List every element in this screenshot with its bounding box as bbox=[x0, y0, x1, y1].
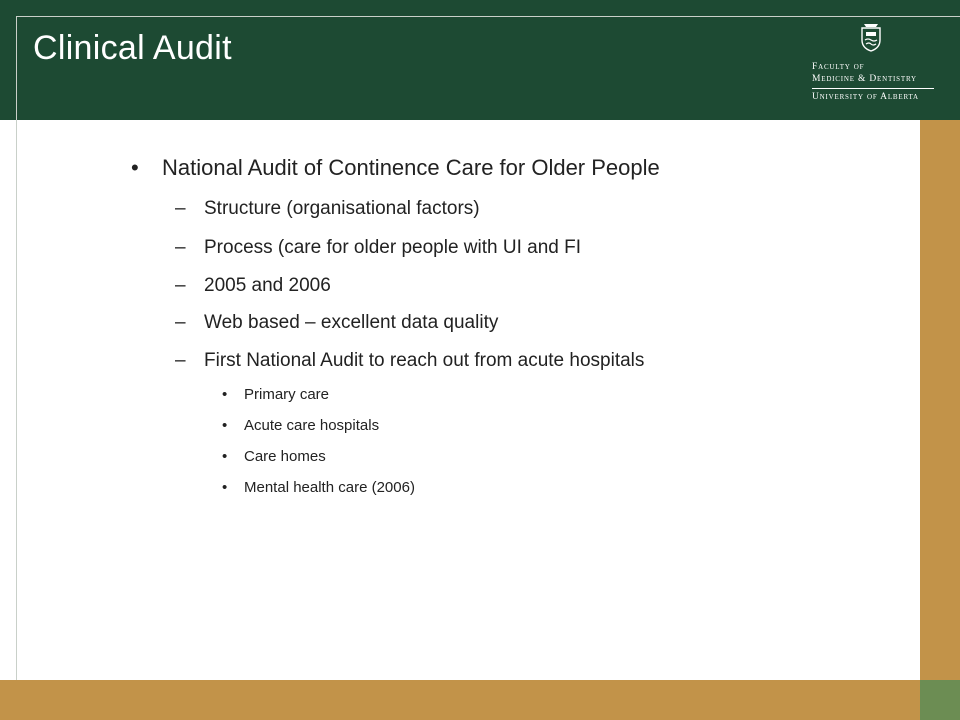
dash-marker: – bbox=[175, 312, 186, 333]
sub-list-item-text: Acute care hospitals bbox=[244, 417, 380, 434]
dash-marker: – bbox=[175, 350, 186, 371]
list-item-text: First National Audit to reach out from a… bbox=[204, 350, 645, 371]
sub-list-item-text: Care homes bbox=[244, 448, 326, 465]
dash-marker: – bbox=[175, 275, 186, 296]
slide-body: • National Audit of Continence Care for … bbox=[0, 0, 920, 680]
dot-marker: • bbox=[222, 479, 228, 496]
right-accent-bar bbox=[920, 120, 960, 680]
list-item-text: Process (care for older people with UI a… bbox=[204, 237, 582, 258]
dot-marker: • bbox=[222, 417, 228, 434]
sub-list-item-text: Primary care bbox=[244, 386, 330, 403]
dot-marker: • bbox=[222, 386, 228, 403]
main-bullet-text: National Audit of Continence Care for Ol… bbox=[162, 155, 660, 180]
dash-marker: – bbox=[175, 198, 186, 219]
list-item-text: Web based – excellent data quality bbox=[204, 312, 499, 333]
dash-marker: – bbox=[175, 237, 186, 258]
corner-accent-square bbox=[920, 680, 960, 720]
bottom-accent-bar bbox=[0, 680, 920, 720]
sub-list-item-text: Mental health care (2006) bbox=[244, 479, 415, 496]
bullet-marker: • bbox=[131, 155, 139, 180]
dot-marker: • bbox=[222, 448, 228, 465]
list-item-text: 2005 and 2006 bbox=[204, 275, 331, 296]
list-item-text: Structure (organisational factors) bbox=[204, 198, 480, 219]
